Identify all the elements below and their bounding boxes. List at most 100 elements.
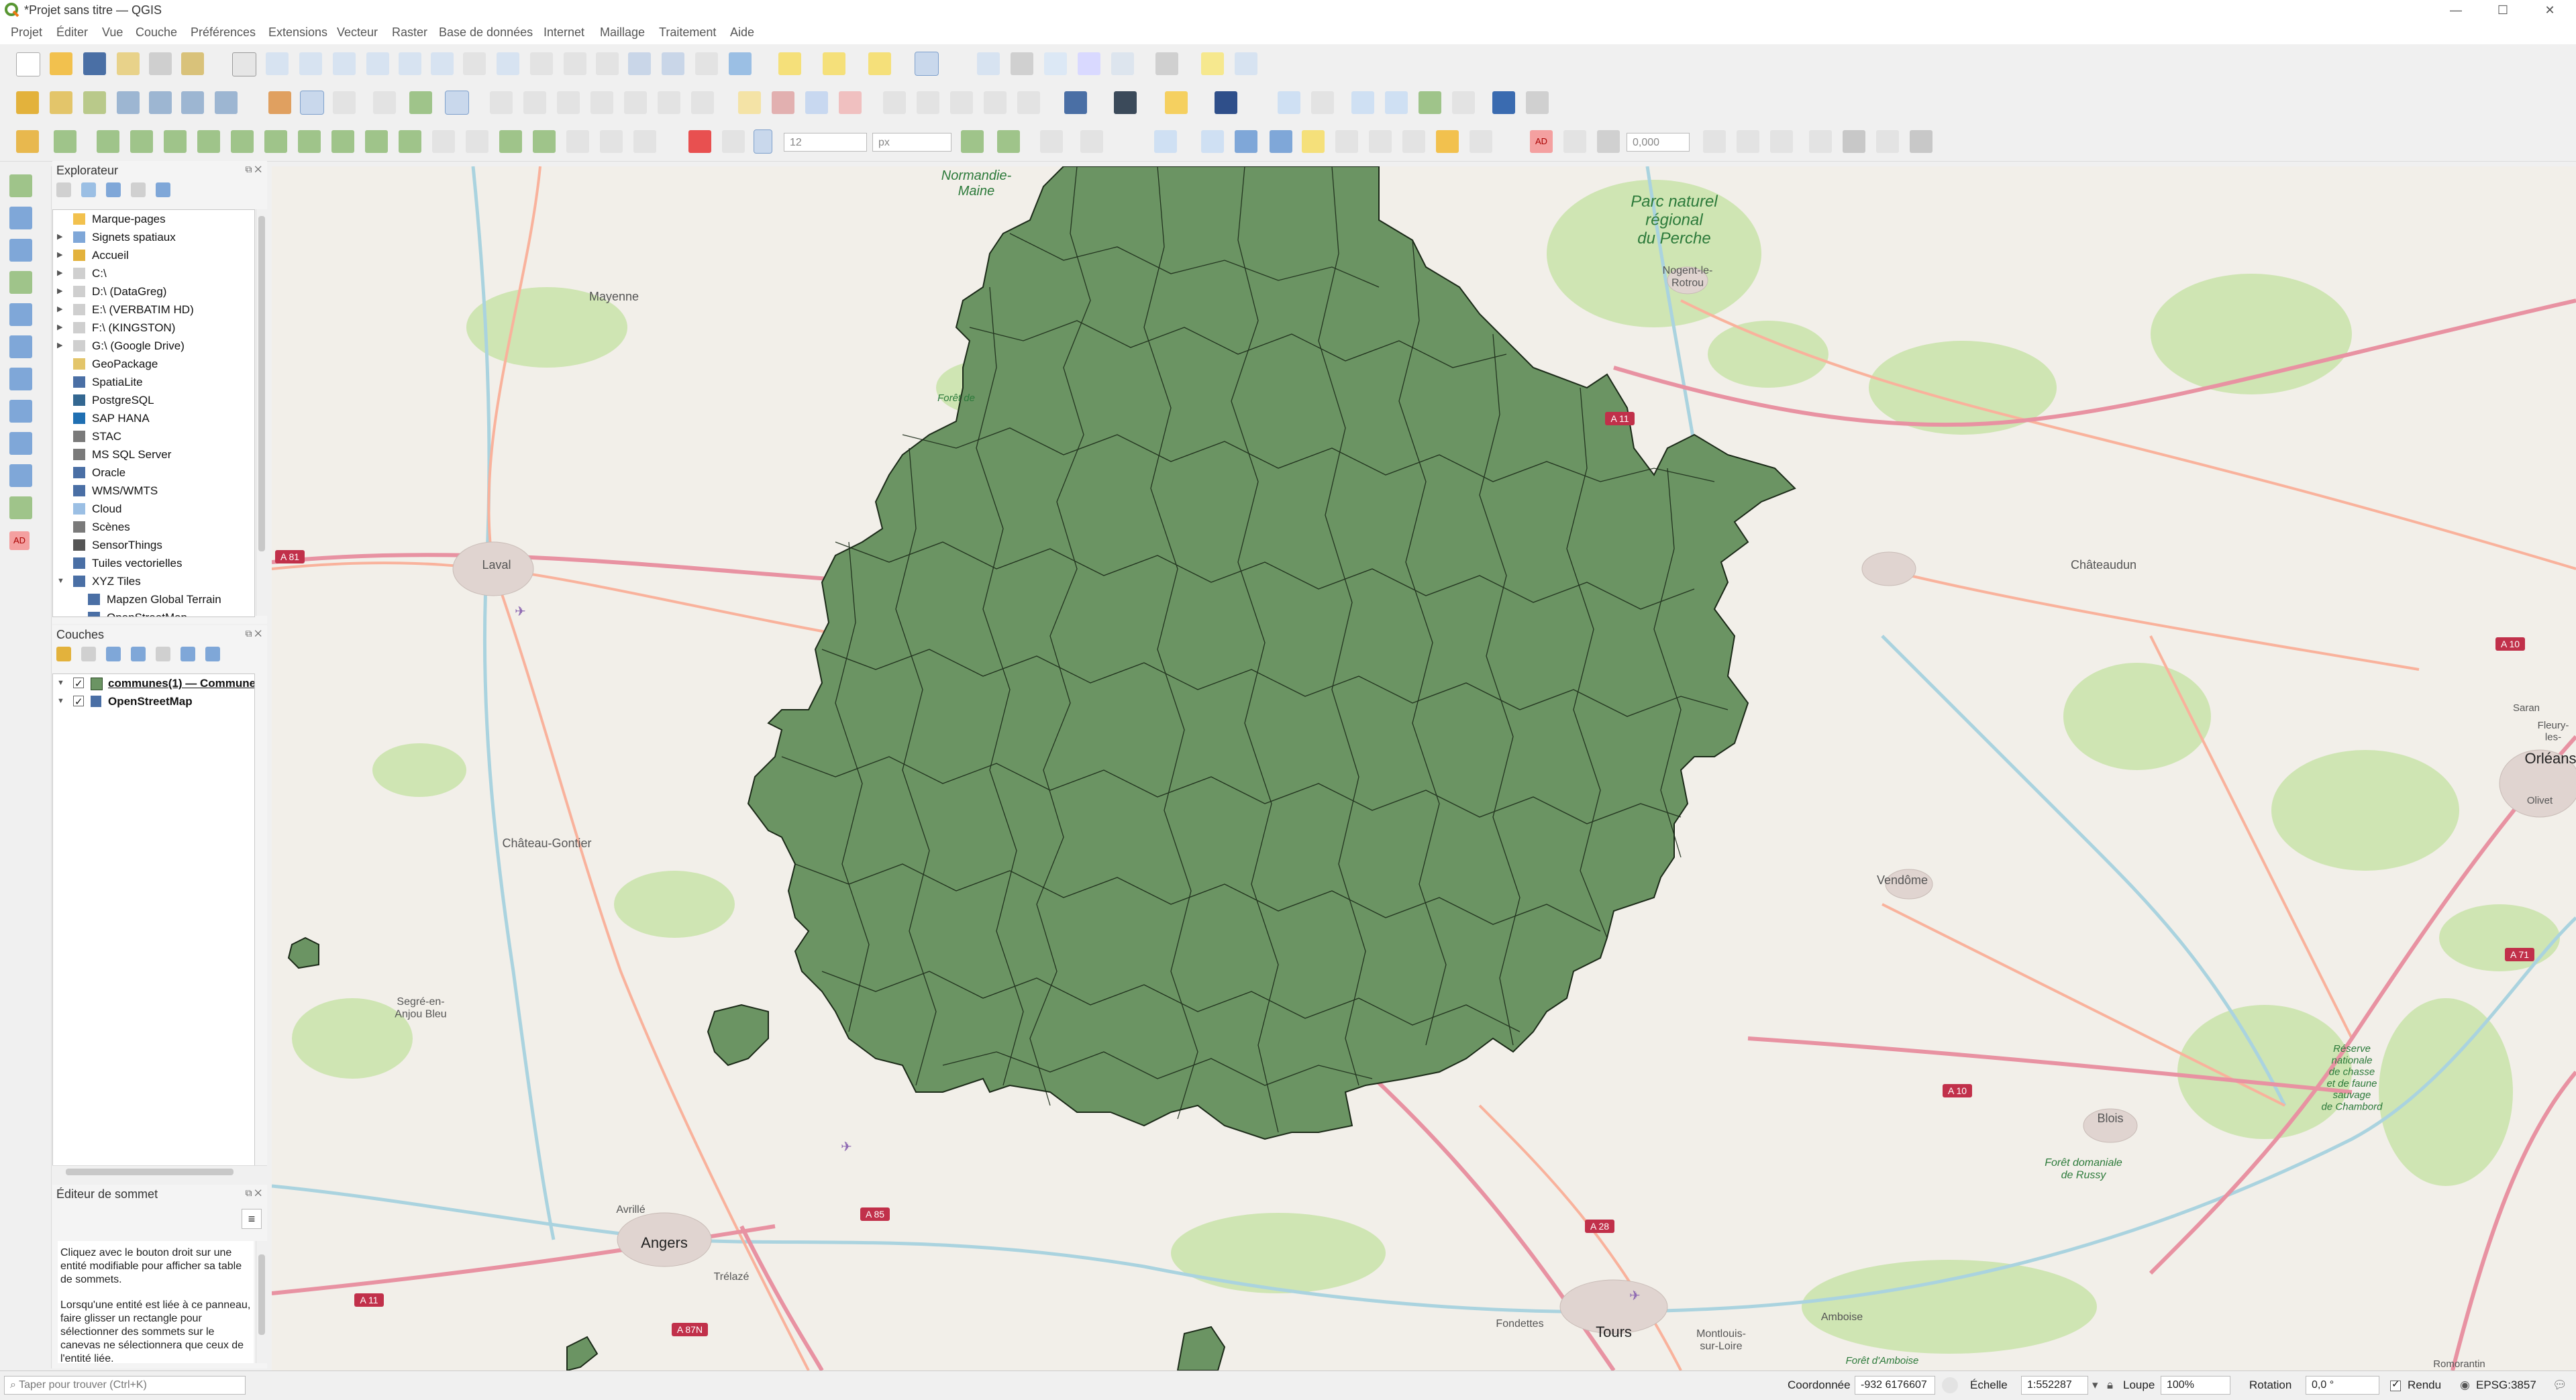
ad-disabled-4-icon[interactable] bbox=[1737, 130, 1759, 153]
temporal-controller-icon[interactable] bbox=[695, 52, 718, 75]
snap-tolerance-icon[interactable] bbox=[754, 129, 772, 154]
add-vector-layer-icon[interactable] bbox=[9, 174, 32, 197]
select-by-location-icon[interactable] bbox=[915, 52, 939, 76]
browser-item-d-datagreg[interactable]: ▶ D:\ (DataGreg) bbox=[53, 282, 254, 301]
rotate-feature-icon[interactable] bbox=[533, 130, 556, 153]
ad-button[interactable]: AD bbox=[1530, 130, 1553, 153]
label-pin-tool-icon[interactable] bbox=[1335, 130, 1358, 153]
add-vector-icon[interactable] bbox=[181, 91, 204, 114]
refresh-browser-icon[interactable] bbox=[81, 182, 97, 198]
add-virtual-layer-icon[interactable] bbox=[9, 496, 32, 519]
add-pointcloud-icon[interactable] bbox=[9, 303, 32, 326]
print-layout-icon[interactable] bbox=[117, 52, 140, 75]
ad-disabled-1-icon[interactable] bbox=[1563, 130, 1586, 153]
properties-icon[interactable] bbox=[156, 182, 171, 198]
snap-centroid-icon[interactable] bbox=[197, 130, 220, 153]
text-tool-icon[interactable] bbox=[1809, 130, 1832, 153]
label-pin-icon[interactable] bbox=[772, 91, 794, 114]
add-wcs-layer-icon[interactable] bbox=[9, 432, 32, 455]
manage-visibility-icon[interactable] bbox=[106, 647, 121, 662]
layers-panel-float-close-icon[interactable]: ⧉ ✕ bbox=[245, 628, 262, 639]
attribute-table-icon[interactable] bbox=[1111, 52, 1134, 75]
expand-all-icon[interactable] bbox=[181, 647, 196, 662]
menu-internet[interactable]: Internet bbox=[544, 25, 584, 40]
toggle-editing-icon[interactable] bbox=[300, 91, 324, 115]
layout-manager-icon[interactable] bbox=[149, 52, 172, 75]
browser-item-cloud[interactable]: Cloud bbox=[53, 500, 254, 518]
vertex-editor-float-close-icon[interactable]: ⧉ ✕ bbox=[245, 1187, 262, 1199]
expand-arrow-icon[interactable]: ▶ bbox=[57, 319, 62, 337]
ad-vertical-button[interactable]: AD bbox=[9, 531, 30, 550]
browser-item-sap-hana[interactable]: SAP HANA bbox=[53, 409, 254, 427]
label-rotate-tool-icon[interactable] bbox=[1270, 130, 1292, 153]
cut-features-icon[interactable] bbox=[557, 91, 580, 114]
maximize-button[interactable]: ☐ bbox=[2483, 0, 2523, 20]
crs-globe-icon[interactable]: ◉ bbox=[2460, 1379, 2470, 1392]
undo-icon[interactable] bbox=[658, 91, 680, 114]
annotation-edit-icon[interactable] bbox=[1452, 91, 1475, 114]
browser-item-wms-wmts[interactable]: WMS/WMTS bbox=[53, 482, 254, 500]
delete-selected-icon[interactable] bbox=[523, 91, 546, 114]
open-layer-styling-icon[interactable] bbox=[56, 647, 71, 662]
browser-item-e-verbatim-hd[interactable]: ▶ E:\ (VERBATIM HD) bbox=[53, 301, 254, 319]
add-raster-icon[interactable] bbox=[215, 91, 238, 114]
map-svg[interactable]: Normandie-Maine Parc naturel régional du P… bbox=[272, 166, 2576, 1370]
new-spatialite-icon[interactable] bbox=[117, 91, 140, 114]
add-raster-layer-icon[interactable] bbox=[9, 207, 32, 229]
vertex-editor-menu-icon[interactable]: ≡ bbox=[242, 1209, 262, 1229]
add-polygon-icon[interactable] bbox=[409, 91, 432, 114]
current-edits-icon[interactable] bbox=[268, 91, 291, 114]
offset-curve-icon[interactable] bbox=[499, 130, 522, 153]
menu-extensions[interactable]: Extensions bbox=[268, 25, 327, 40]
add-postgis-icon[interactable] bbox=[9, 335, 32, 358]
vertex-editor-scroll-thumb[interactable] bbox=[258, 1254, 265, 1335]
panel-float-close-icon[interactable]: ⧉ ✕ bbox=[245, 164, 262, 175]
zoom-full-icon[interactable] bbox=[366, 52, 389, 75]
field-calculator-icon[interactable] bbox=[1011, 52, 1033, 75]
zoom-out-icon[interactable] bbox=[333, 52, 356, 75]
scale-dropdown-icon[interactable]: ▾ bbox=[2092, 1379, 2098, 1392]
browser-item-sensorthings[interactable]: SensorThings bbox=[53, 536, 254, 554]
browser-item-marque-pages[interactable]: Marque-pages bbox=[53, 210, 254, 228]
add-selected-icon[interactable] bbox=[56, 182, 71, 198]
select-by-value-icon[interactable] bbox=[823, 52, 845, 75]
text-underline-icon[interactable] bbox=[1910, 130, 1933, 153]
label-show-tool-icon[interactable] bbox=[1369, 130, 1392, 153]
expand-arrow-icon[interactable]: ▶ bbox=[57, 301, 62, 319]
vertex-tool-icon[interactable] bbox=[445, 91, 469, 115]
pan-hand-icon[interactable] bbox=[232, 52, 256, 76]
deselect-icon[interactable] bbox=[868, 52, 891, 75]
expand-arrow-icon[interactable]: ▶ bbox=[57, 337, 62, 355]
coordinate-field[interactable]: -932 6176607 bbox=[1855, 1376, 1935, 1395]
paste-features-icon[interactable] bbox=[624, 91, 647, 114]
browser-item-c[interactable]: ▶ C:\ bbox=[53, 264, 254, 282]
browser-item-f-kingston[interactable]: ▶ F:\ (KINGSTON) bbox=[53, 319, 254, 337]
map-tips-icon[interactable] bbox=[1201, 52, 1224, 75]
browser-item-postgresql[interactable]: PostgreSQL bbox=[53, 391, 254, 409]
merge-features-icon[interactable] bbox=[432, 130, 455, 153]
label-diagram-tool-icon[interactable] bbox=[1470, 130, 1492, 153]
annotation-line-icon[interactable] bbox=[1385, 91, 1408, 114]
map-canvas[interactable]: Normandie-Maine Parc naturel régional du P… bbox=[272, 166, 2576, 1370]
label-text-format-icon[interactable] bbox=[1154, 130, 1177, 153]
modify-attributes-icon[interactable] bbox=[490, 91, 513, 114]
label-text-tool-icon[interactable] bbox=[1402, 130, 1425, 153]
snap-vertex-icon[interactable] bbox=[97, 130, 119, 153]
lock-scale-icon[interactable]: 🔒︎ bbox=[2107, 1379, 2113, 1392]
save-project-icon[interactable] bbox=[83, 52, 106, 75]
collapse-all-layers-icon[interactable] bbox=[205, 647, 221, 662]
label-rotate-icon[interactable] bbox=[917, 91, 939, 114]
snap-self-icon[interactable] bbox=[997, 130, 1020, 153]
label-move-icon[interactable] bbox=[883, 91, 906, 114]
browser-item-spatialite[interactable]: SpatiaLite bbox=[53, 373, 254, 391]
tracing-icon[interactable] bbox=[331, 130, 354, 153]
digitize-icon[interactable] bbox=[373, 91, 396, 114]
info-icon[interactable] bbox=[1492, 91, 1515, 114]
expand-arrow-icon[interactable]: ▶ bbox=[57, 282, 62, 301]
redo-icon[interactable] bbox=[691, 91, 714, 114]
menu-base-de-donnees[interactable]: Base de données bbox=[439, 25, 533, 40]
new-3d-map-icon[interactable] bbox=[596, 52, 619, 75]
zoom-in-icon[interactable] bbox=[299, 52, 322, 75]
label-offset-input[interactable]: 0,000 bbox=[1627, 133, 1690, 152]
new-temp-layer-icon[interactable] bbox=[149, 91, 172, 114]
